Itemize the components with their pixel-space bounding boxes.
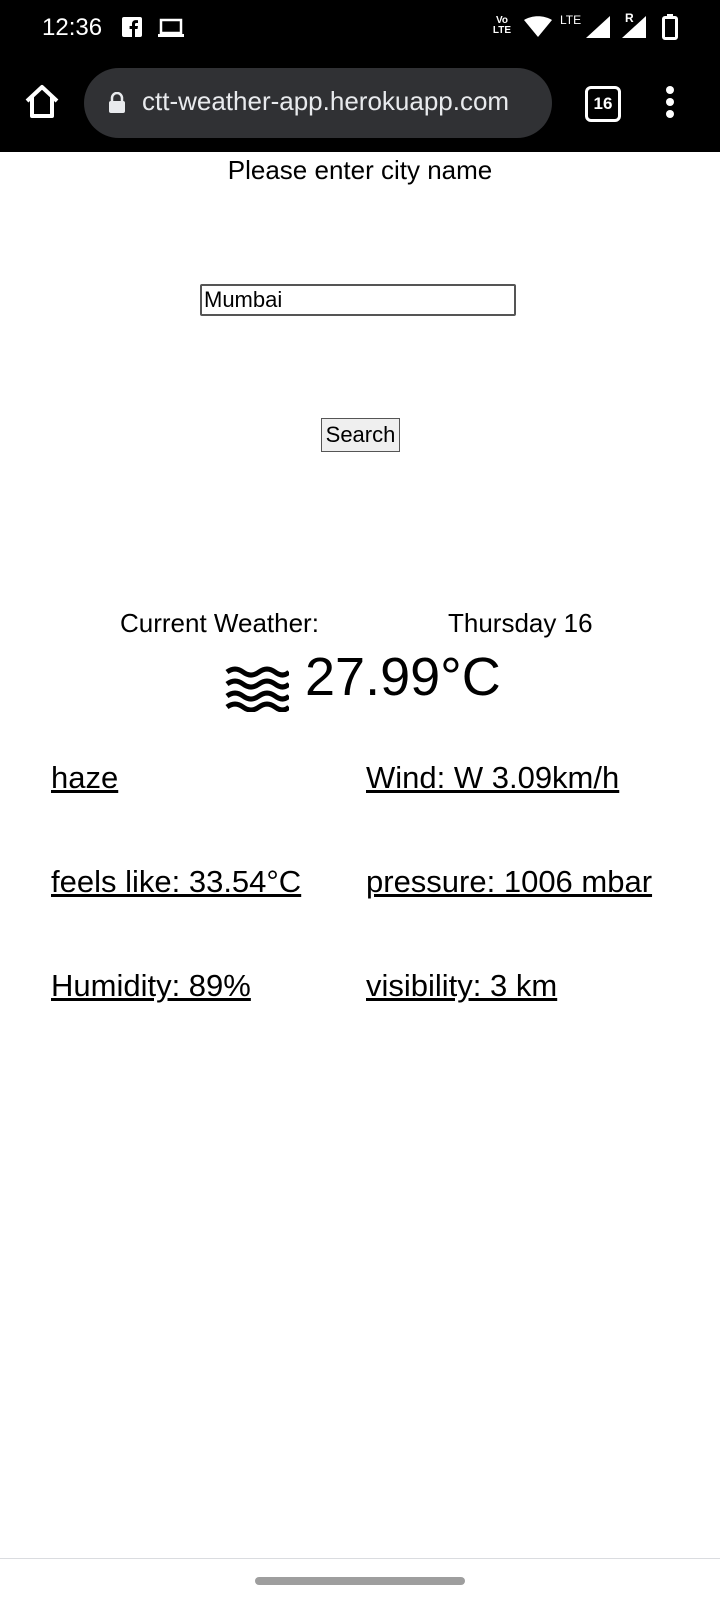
roaming-signal-icon	[622, 16, 646, 38]
laptop-icon	[158, 18, 184, 37]
home-icon[interactable]	[22, 82, 62, 122]
pressure-info: pressure: 1006 mbar	[366, 864, 653, 899]
city-input[interactable]	[200, 284, 516, 316]
temperature: 27.99°C	[305, 647, 501, 707]
status-time: 12:36	[42, 14, 103, 41]
current-weather-label: Current Weather:	[120, 608, 319, 638]
page-content: Please enter city name Search Current We…	[0, 152, 720, 1558]
lte-label: LTE	[560, 13, 582, 27]
more-options-icon[interactable]	[662, 82, 678, 122]
weather-date: Thursday 16	[448, 608, 593, 638]
lte-signal-icon	[586, 16, 610, 38]
visibility-info: visibility: 3 km	[366, 968, 558, 1003]
tab-switcher-button[interactable]: 16	[585, 86, 621, 122]
haze-icon	[225, 666, 289, 712]
volte-icon: Vo LTE	[492, 15, 512, 36]
facebook-icon	[122, 17, 142, 37]
wifi-icon	[524, 16, 552, 37]
navigation-bar	[0, 1558, 720, 1601]
lock-icon	[109, 92, 125, 113]
battery-icon	[662, 14, 678, 40]
browser-toolbar: ctt-weather-app.herokuapp.com 16	[0, 56, 720, 152]
weather-condition: haze	[51, 760, 119, 795]
search-button[interactable]: Search	[321, 418, 400, 452]
wind-info: Wind: W 3.09km/h	[366, 760, 620, 795]
city-prompt: Please enter city name	[227, 155, 493, 185]
url-text: ctt-weather-app.herokuapp.com	[142, 86, 510, 116]
address-bar[interactable]: ctt-weather-app.herokuapp.com	[84, 68, 552, 138]
status-bar: 12:36 Vo LTE LTE R	[0, 0, 720, 56]
feels-like-info: feels like: 33.54°C	[51, 864, 302, 899]
gesture-handle[interactable]	[255, 1577, 465, 1585]
humidity-info: Humidity: 89%	[51, 968, 251, 1003]
